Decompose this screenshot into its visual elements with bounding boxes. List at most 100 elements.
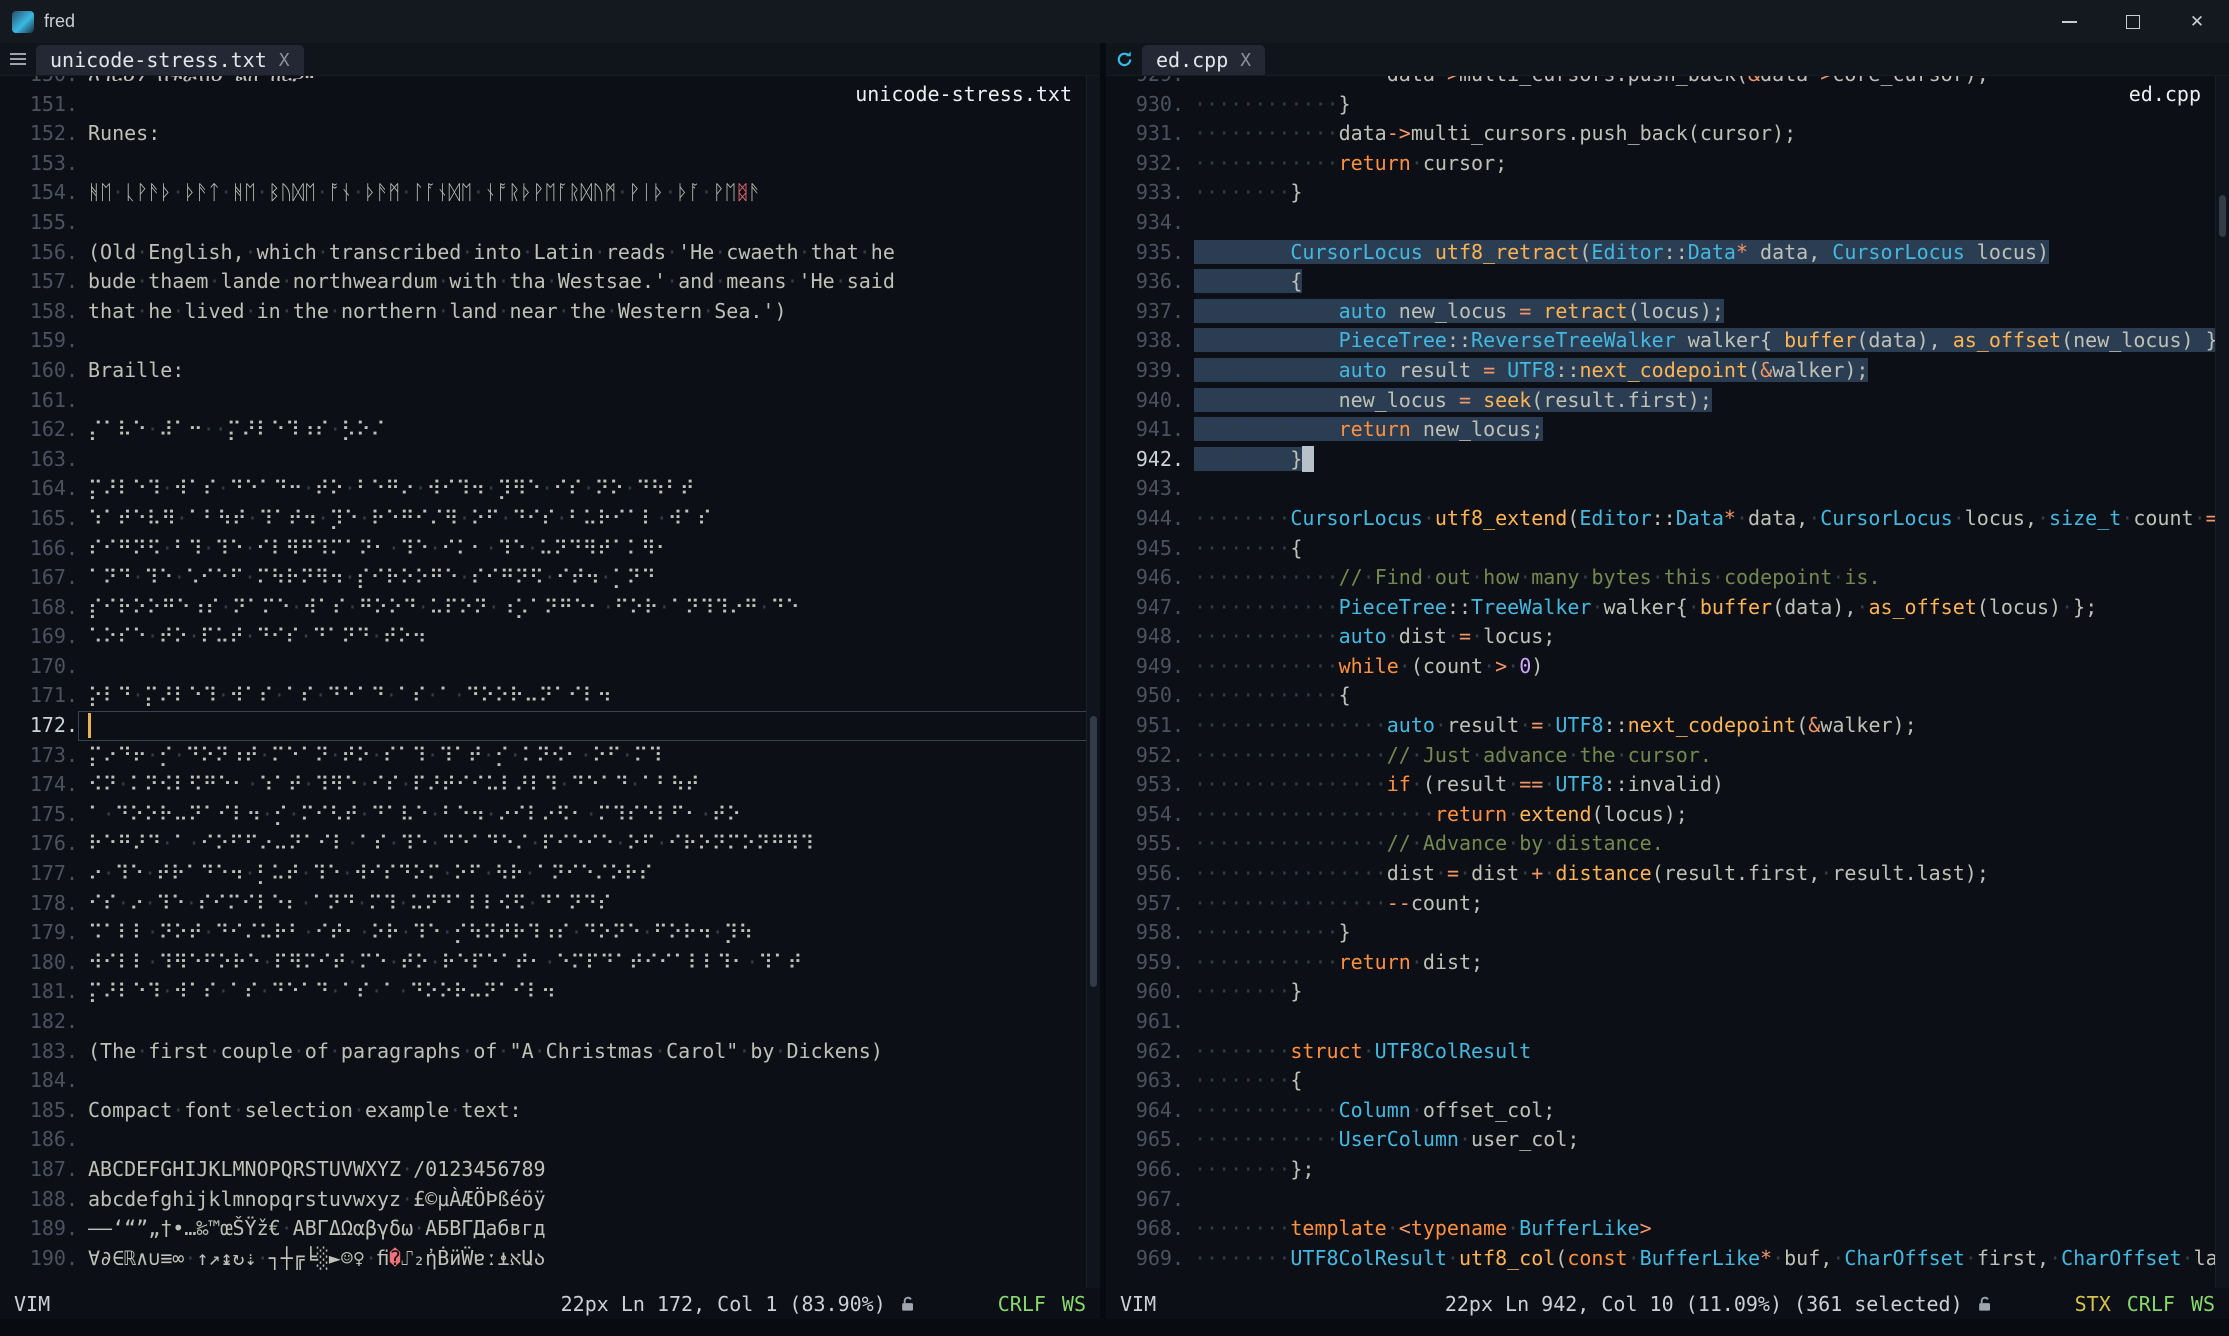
scroll-thumb[interactable]: [2219, 195, 2226, 237]
code-line-text: [1184, 474, 2229, 504]
code-line-text: ················if·(result·==·UTF8::inva…: [1184, 770, 2229, 800]
minimize-button[interactable]: [2037, 0, 2101, 43]
code-line-text: ················dist·=·dist·+·distance(r…: [1184, 859, 2229, 889]
window-bottom-edge: [0, 1319, 2229, 1336]
code-line-text: ⠔·⠹⠑·⠞⠗⠁⠙⠑⠲·⡃⠥⠞·⠹⠑·⠺⠊⠎⠙⠕⠍·⠕⠋·⠳⠗·⠁⠝⠊⠑⠌⠕⠗⠎: [78, 859, 1100, 889]
tab-close-icon[interactable]: X: [279, 50, 290, 71]
code-line-text: ········};: [1184, 1155, 2229, 1185]
right-scrollbar[interactable]: [2215, 76, 2229, 1288]
code-line: 171.⡕⠇⠙·⡍⠜⠇⠑⠹·⠺⠁⠎·⠁⠎·⠙⠑⠁⠙·⠁⠎·⠁·⠙⠕⠕⠗⠤⠝⠁⠊⠇…: [0, 681, 1100, 711]
code-line-text: ············auto·new_locus·=·retract(loc…: [1184, 297, 2229, 327]
code-line: 955.················//·Advance·by·distan…: [1106, 829, 2229, 859]
line-number: 184.: [0, 1066, 78, 1096]
vim-mode-label: VIM: [14, 1292, 50, 1316]
line-number: 944.: [1106, 504, 1184, 534]
line-number: 967.: [1106, 1185, 1184, 1215]
line-number: 153.: [0, 149, 78, 179]
line-number: 171.: [0, 681, 78, 711]
titlebar[interactable]: fred ✕: [0, 0, 2229, 43]
hamburger-icon: [10, 53, 26, 65]
close-button[interactable]: ✕: [2165, 0, 2229, 43]
line-number: 165.: [0, 504, 78, 534]
line-number: 154.: [0, 178, 78, 208]
maximize-button[interactable]: [2101, 0, 2165, 43]
app-icon: [12, 11, 34, 33]
code-line: 184.: [0, 1066, 1100, 1096]
line-number: 162.: [0, 415, 78, 445]
code-line: 183.(The·first·couple·of·paragraphs·of·"…: [0, 1037, 1100, 1067]
line-number: 178.: [0, 889, 78, 919]
code-line-text: ············data->multi_cursors.push_bac…: [1184, 119, 2229, 149]
code-line: 168.⡎⠊⠗⠕⠕⠛⠑⠰⠎·⠝⠁⠍⠑·⠺⠁⠎·⠛⠕⠕⠙·⠥⠏⠕⠝·⠰⡡⠁⠝⠛⠑⠂…: [0, 593, 1100, 623]
code-line-text: ················auto·result·=·UTF8::next…: [1184, 711, 2229, 741]
code-line: 945.········{: [1106, 534, 2229, 564]
code-line-text: ············while·(count·>·0): [1184, 652, 2229, 682]
code-line-text: ················//·Just·advance·the·curs…: [1184, 741, 2229, 771]
code-line: 947.············PieceTree::TreeWalker·wa…: [1106, 593, 2229, 623]
code-line: 964.············Column·offset_col;: [1106, 1096, 2229, 1126]
code-line: 165.⠱⠁⠞⠑⠧⠻·⠁⠃⠳⠞·⠹⠁⠞⠲·⡹⠑·⠗⠑⠛⠊⠌⠻·⠕⠋·⠙⠊⠎·⠃⠥…: [0, 504, 1100, 534]
tab-unicode-stress-txt[interactable]: unicode-stress.txt X: [36, 45, 304, 75]
left-code-area: 150.እግርህን·በፍራሽህ·ልክ·ዘርጋ።151.152.Runes:153…: [0, 76, 1100, 1273]
tab-label: unicode-stress.txt: [50, 48, 267, 72]
line-number: 157.: [0, 267, 78, 297]
line-number: 179.: [0, 918, 78, 948]
line-number: 151.: [0, 90, 78, 120]
code-line-text: abcdefghijklmnopqrstuvwxyz·£©µÀÆÖÞßéöÿ: [78, 1185, 1100, 1215]
left-scrollbar[interactable]: [1086, 76, 1100, 1288]
line-number: 169.: [0, 622, 78, 652]
code-line: 941.············return·new_locus;: [1106, 415, 2229, 445]
code-line: 959.············return·dist;: [1106, 948, 2229, 978]
text-caret: [88, 713, 91, 738]
code-line: 188.abcdefghijklmnopqrstuvwxyz·£©µÀÆÖÞßé…: [0, 1185, 1100, 1215]
line-number: 932.: [1106, 149, 1184, 179]
line-number: 174.: [0, 770, 78, 800]
unlock-icon: [1975, 1294, 1995, 1314]
code-line: 961.: [1106, 1007, 2229, 1037]
code-line-text: ⠎⠊⠛⠝⠫·⠃⠹·⠹⠑·⠊⠇⠻⠛⠹⠍⠁⠝⠂·⠹⠑·⠊⠅⠂·⠹⠑·⠥⠝⠙⠻⠞⠁⠅⠻…: [78, 534, 1100, 564]
code-line: 172.: [0, 711, 1100, 741]
tab-ed-cpp[interactable]: ed.cpp X: [1142, 45, 1265, 75]
line-number: 941.: [1106, 415, 1184, 445]
code-line: 949.············while·(count·>·0): [1106, 652, 2229, 682]
code-line-text: ⠡⠕⠎⠑·⠞⠕·⠏⠥⠞·⠙⠊⠎·⠙⠁⠝⠙·⠞⠕⠲: [78, 622, 1100, 652]
line-number: 933.: [1106, 178, 1184, 208]
line-number: 942.: [1106, 445, 1184, 475]
left-editor[interactable]: unicode-stress.txt 150.እግርህን·በፍራሽህ·ልክ·ዘር…: [0, 76, 1100, 1288]
line-number: 934.: [1106, 208, 1184, 238]
tab-close-icon[interactable]: X: [1240, 50, 1251, 71]
code-line: 169.⠡⠕⠎⠑·⠞⠕·⠏⠥⠞·⠙⠊⠎·⠙⠁⠝⠙·⠞⠕⠲: [0, 622, 1100, 652]
sync-icon-button[interactable]: [1106, 43, 1142, 75]
code-line: 161.: [0, 386, 1100, 416]
line-number: 931.: [1106, 119, 1184, 149]
line-ending-flags: CRLFWS: [998, 1292, 1086, 1316]
code-line-text: ⡍⠜⠇⠑⠹·⠺⠁⠎·⠁⠎·⠙⠑⠁⠙·⠁⠎·⠁·⠙⠕⠕⠗⠤⠝⠁⠊⠇⠲: [78, 977, 1100, 1007]
code-line-text: ············return·new_locus;: [1184, 415, 2229, 445]
code-line: 189.–—‘“”„†•…‰™œŠŸž€·ΑΒΓΔΩαβγδω·АБВГДабв…: [0, 1214, 1100, 1244]
buffer-list-icon[interactable]: [0, 43, 36, 75]
code-line-text: ············}: [1184, 90, 2229, 120]
code-line-text: [78, 445, 1100, 475]
code-line: 155.: [0, 208, 1100, 238]
code-line: 937.············auto·new_locus·=·retract…: [1106, 297, 2229, 327]
code-line: 157.bude·thaem·lande·northweardum·with·t…: [0, 267, 1100, 297]
code-line-text: ⠁⠝⠙·⠹⠑·⠡⠊⠑⠋·⠍⠳⠗⠝⠻⠲·⡎⠊⠗⠕⠕⠛⠑·⠎⠊⠛⠝⠫·⠊⠞⠲·⡁⠝⠙: [78, 563, 1100, 593]
line-number: 181.: [0, 977, 78, 1007]
code-line-text: ⡍⠜⠇⠑⠹·⠺⠁⠎·⠙⠑⠁⠙⠒·⠞⠕·⠃⠑⠛⠔·⠺⠊⠹⠲·⡹⠻⠑·⠊⠎·⠝⠕·⠙…: [78, 474, 1100, 504]
scroll-thumb[interactable]: [1090, 716, 1097, 987]
code-line-text: ············return·cursor;: [1184, 149, 2229, 179]
right-editor[interactable]: ed.cpp 929.················data->multi_c…: [1106, 76, 2229, 1288]
code-line-text: ········struct·UTF8ColResult: [1184, 1037, 2229, 1067]
line-number: 182.: [0, 1007, 78, 1037]
line-number: 168.: [0, 593, 78, 623]
line-number: 183.: [0, 1037, 78, 1067]
code-line: 967.: [1106, 1185, 2229, 1215]
code-line-text: [78, 1125, 1100, 1155]
line-number: 946.: [1106, 563, 1184, 593]
status-flag-ws: WS: [2191, 1292, 2215, 1316]
line-number: 943.: [1106, 474, 1184, 504]
code-line: 946.············//·Find·out·how·many·byt…: [1106, 563, 2229, 593]
code-line: 952.················//·Just·advance·the·…: [1106, 741, 2229, 771]
minimize-icon: [2062, 21, 2077, 23]
code-line-text: ············PieceTree::TreeWalker·walker…: [1184, 593, 2229, 623]
